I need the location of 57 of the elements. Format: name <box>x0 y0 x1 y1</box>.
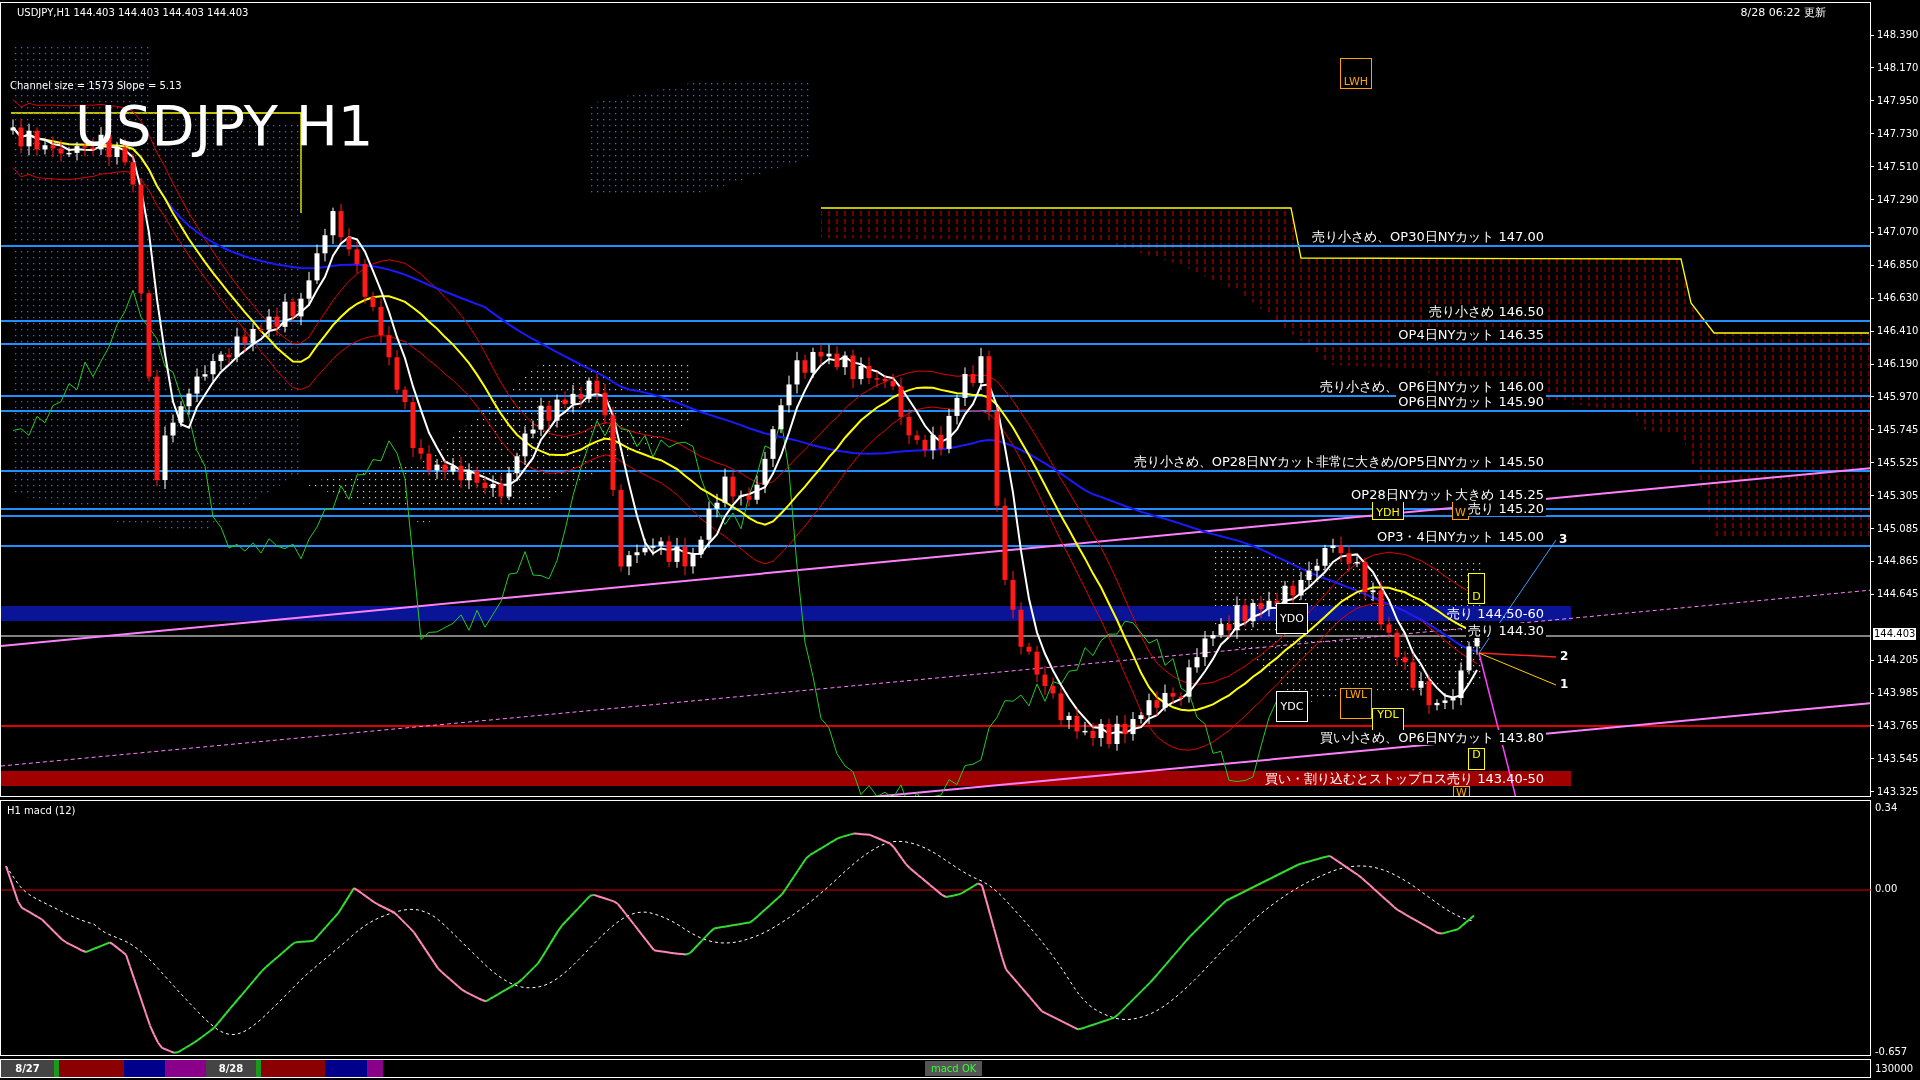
price-marker-box: LWH <box>1340 58 1372 89</box>
channel-info-text: Channel size = 1573 Slope = 5.13 <box>10 79 182 93</box>
price-axis-label: 144.865 <box>1877 555 1919 568</box>
price-axis-label: 145.305 <box>1877 489 1919 502</box>
price-axis-label: 146.410 <box>1877 325 1919 338</box>
price-level-label: OP6日NYカット 145.90 <box>1396 394 1546 409</box>
current-price-label: 144.403 <box>1873 628 1917 640</box>
price-marker-box: YDC <box>1276 691 1308 722</box>
price-axis-label: 145.085 <box>1877 522 1919 535</box>
price-axis-label: 143.545 <box>1877 752 1919 765</box>
price-axis-label: 146.850 <box>1877 259 1919 272</box>
price-axis-label: 145.745 <box>1877 423 1919 436</box>
macd-axis-label: 0.34 <box>1875 802 1898 814</box>
price-axis-label: 144.645 <box>1877 588 1919 601</box>
price-axis-label: 147.510 <box>1877 160 1919 173</box>
price-marker-box: LWL <box>1340 688 1372 719</box>
price-axis-label: 145.525 <box>1877 456 1919 469</box>
trend-line-number: 2 <box>1560 649 1569 663</box>
price-level-label: OP4日NYカット 146.35 <box>1396 327 1546 342</box>
price-level-label: 売り小さめ、OP28日NYカット非常に大きめ/OP5日NYカット 145.50 <box>1131 454 1546 469</box>
price-axis-label: 143.325 <box>1877 785 1919 798</box>
price-axis-label: 143.985 <box>1877 687 1919 699</box>
update-time-text: 8/28 06:22 更新 <box>1740 6 1826 20</box>
trend-line-number: 1 <box>1560 677 1569 691</box>
volume-scale-label: 130000 <box>1874 1062 1915 1076</box>
price-level-label: OP28日NYカット大きめ 145.25 <box>1349 487 1546 502</box>
trend-line-number: 3 <box>1559 532 1568 546</box>
price-marker-box: D <box>1468 748 1485 770</box>
price-axis-label: 147.070 <box>1877 226 1919 239</box>
price-level-label: 売り 144.30 <box>1466 623 1546 638</box>
price-level-label: OP3・4日NYカット 145.00 <box>1375 529 1546 544</box>
price-axis-label: 147.290 <box>1877 193 1919 206</box>
symbol-price-text: USDJPY,H1 144.403 144.403 144.403 144.403 <box>17 6 249 20</box>
price-axis-label: 146.630 <box>1877 292 1919 305</box>
price-level-label: 売り 145.20 <box>1466 501 1546 516</box>
macd-axis-label: 0.00 <box>1875 883 1898 895</box>
price-marker-box: YDO <box>1276 603 1308 634</box>
price-level-label: 売り小さめ 146.50 <box>1427 304 1546 319</box>
price-axis-label: 143.765 <box>1877 719 1919 732</box>
price-axis-label: 147.730 <box>1877 127 1919 140</box>
price-axis-label: 148.170 <box>1877 61 1919 74</box>
price-axis-label: 147.950 <box>1877 94 1919 107</box>
price-marker-box: D <box>1468 573 1485 604</box>
macd-axis-label: -0.657 <box>1875 1046 1908 1058</box>
price-level-label: 売り小さめ、OP6日NYカット 146.00 <box>1318 379 1546 394</box>
macd-title: H1 macd (12) <box>7 805 76 816</box>
price-axis-label: 146.190 <box>1877 358 1919 370</box>
price-level-label: 売り小さめ、OP30日NYカット 147.00 <box>1310 229 1546 244</box>
price-level-label: 買い小さめ、OP6日NYカット 143.80 <box>1318 730 1546 745</box>
indicator-status-text: macd OK <box>925 1061 983 1076</box>
price-axis-label: 144.205 <box>1877 654 1919 667</box>
session-date-label: 8/27 <box>1 1060 59 1077</box>
price-axis-label: 145.970 <box>1877 390 1919 403</box>
session-date-label: 8/28 <box>206 1060 261 1077</box>
price-axis-label: 148.390 <box>1877 29 1919 41</box>
price-level-label: 売り 144.50-60 <box>1446 606 1545 621</box>
price-marker-box: W <box>1453 786 1470 796</box>
